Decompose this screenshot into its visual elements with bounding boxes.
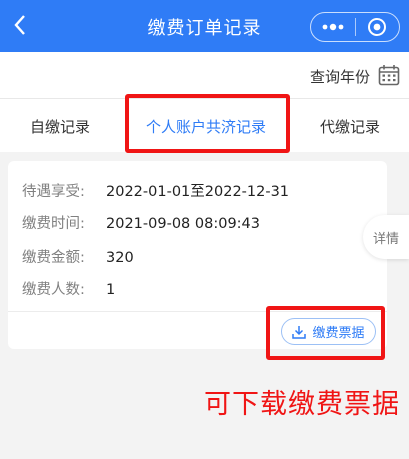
record-row-benefit-period: 待遇享受: 2022-01-01至2022-12-31 xyxy=(22,180,289,201)
red-highlight-box-tab xyxy=(125,94,290,153)
record-key: 缴费金额: xyxy=(22,250,85,266)
record-key: 缴费时间: xyxy=(22,216,85,232)
tab-proxy-payment[interactable]: 代缴记录 xyxy=(320,116,380,137)
more-dots-icon[interactable] xyxy=(311,13,355,41)
page: 缴费订单记录 查询年份 自缴记录 个人账户共济记录 代缴记录 待遇享受: 202… xyxy=(0,0,409,459)
year-query-bar: 查询年份 xyxy=(0,52,409,98)
red-highlight-box-receipt xyxy=(266,306,385,360)
record-key: 待遇享受: xyxy=(22,184,85,200)
record-row-payment-amount: 缴费金额: 320 xyxy=(22,246,134,267)
target-circle-icon[interactable] xyxy=(355,13,399,41)
tab-self-payment[interactable]: 自缴记录 xyxy=(30,116,90,137)
record-row-payment-time: 缴费时间: 2021-09-08 08:09:43 xyxy=(22,212,260,233)
record-value: 2022-01-01至2022-12-31 xyxy=(106,184,290,200)
year-query-label[interactable]: 查询年份 xyxy=(310,66,370,87)
annotation-text: 可下载缴费票据 xyxy=(204,389,400,420)
record-value: 1 xyxy=(106,282,116,298)
record-key: 缴费人数: xyxy=(22,282,85,298)
record-value: 320 xyxy=(106,250,134,266)
top-navbar: 缴费订单记录 xyxy=(0,0,409,52)
record-value: 2021-09-08 08:09:43 xyxy=(106,216,260,232)
calendar-icon[interactable] xyxy=(378,64,400,86)
detail-float-button[interactable]: 详情 xyxy=(363,215,409,259)
record-row-payer-count: 缴费人数: 1 xyxy=(22,278,115,299)
mini-program-capsule xyxy=(310,12,400,42)
